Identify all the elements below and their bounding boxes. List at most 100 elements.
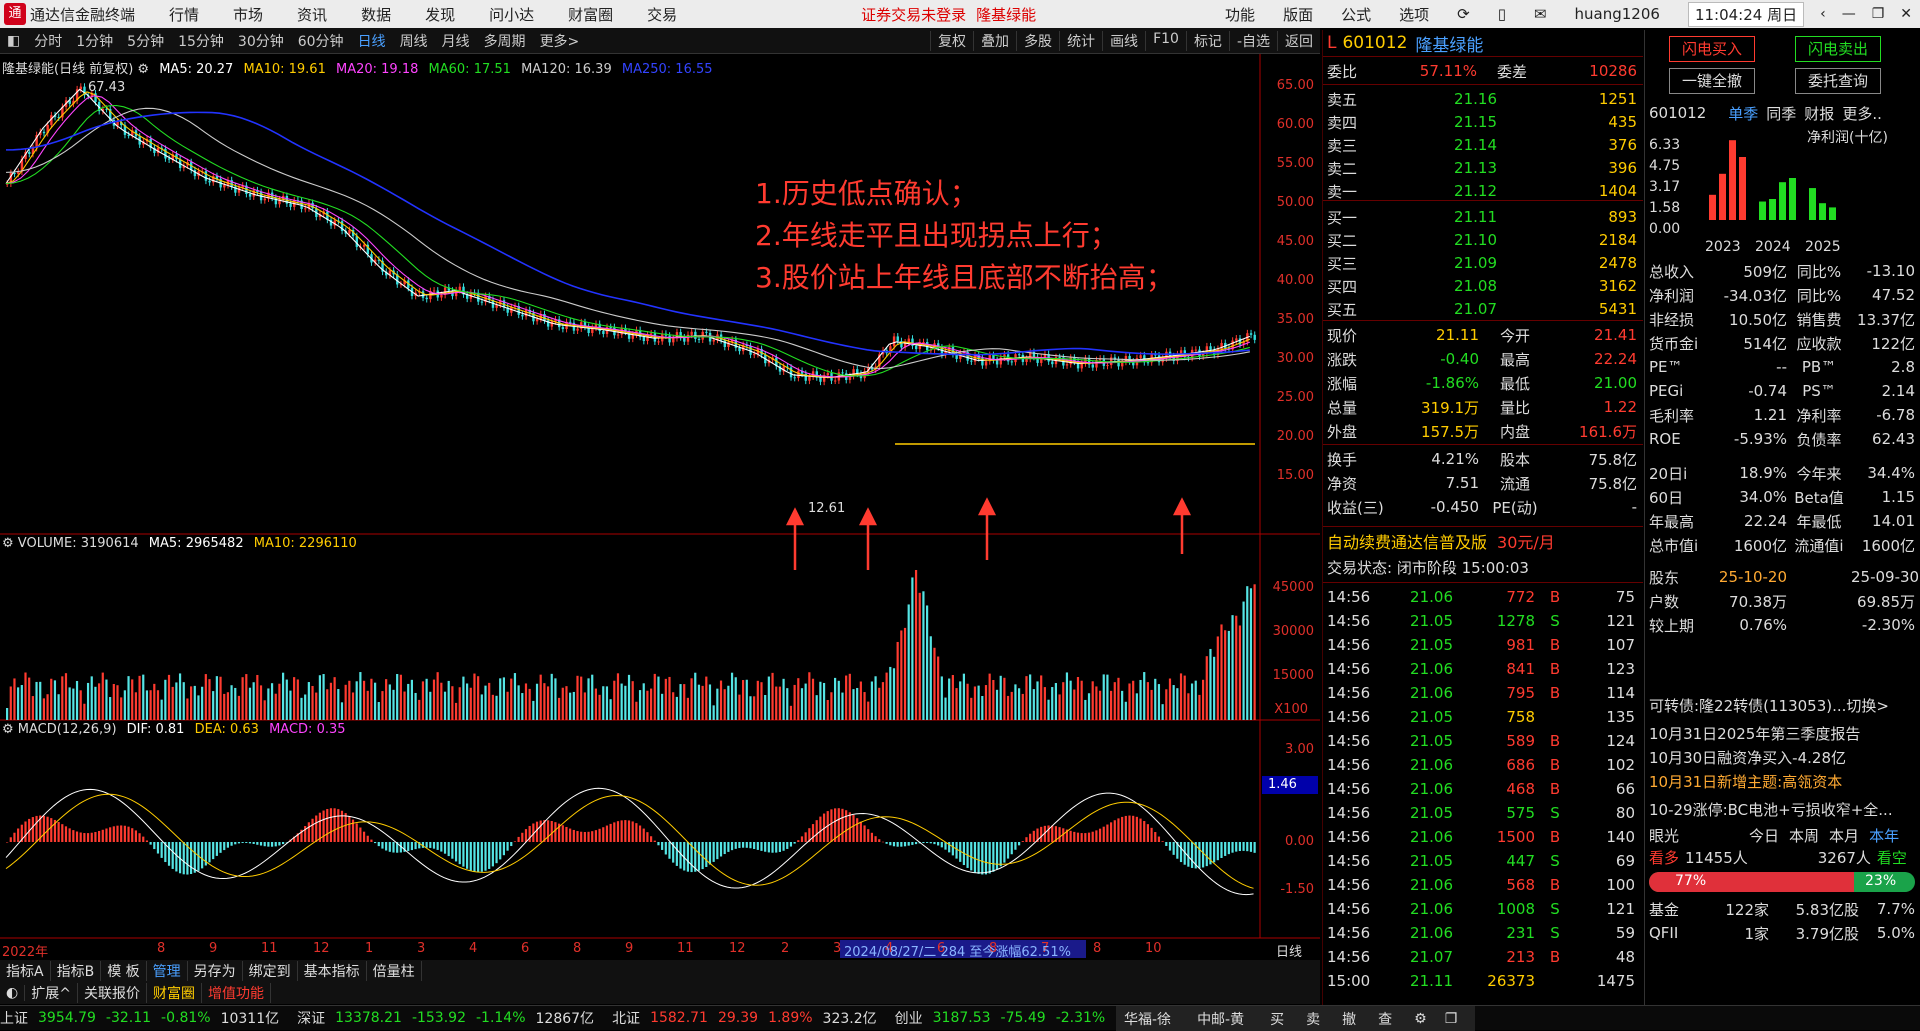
minimize-icon[interactable]: — xyxy=(1842,6,1856,22)
window-icon[interactable]: ❐ xyxy=(1445,1011,1458,1027)
tab[interactable]: 管理 xyxy=(147,961,188,981)
period-tab[interactable]: 月线 xyxy=(442,31,470,51)
period-tab[interactable]: 1分钟 xyxy=(76,31,113,51)
menu-item[interactable]: 公式 xyxy=(1341,4,1371,25)
cancel-all-button[interactable]: 一键全撤 xyxy=(1669,68,1755,94)
tab[interactable]: 关联报价 xyxy=(78,983,147,1003)
broker[interactable]: 中邮-黄 xyxy=(1197,1009,1244,1029)
period-tab[interactable]: 分时 xyxy=(34,31,62,51)
index-name[interactable]: 创业 xyxy=(895,1008,923,1028)
gear-icon[interactable]: ⚙ xyxy=(1414,1011,1427,1027)
refresh-icon[interactable]: ⟳ xyxy=(1457,5,1470,23)
order-level[interactable]: 买一 21.11 893 xyxy=(1327,206,1641,228)
close-icon[interactable]: ✕ xyxy=(1900,6,1912,22)
layout-icon[interactable]: ◧ xyxy=(7,33,20,49)
period-tab[interactable]: 更多> xyxy=(540,31,580,51)
settings-icon[interactable]: ⚙ xyxy=(137,62,149,77)
settings-icon[interactable]: ⚙ xyxy=(2,722,14,737)
tab-single[interactable]: 单季 xyxy=(1728,103,1758,124)
news-item[interactable]: 10月31日2025年第三季度报告 xyxy=(1649,722,1919,744)
menu-item[interactable]: 发现 xyxy=(425,4,455,25)
menu-item[interactable]: 选项 xyxy=(1399,4,1429,25)
tool-button[interactable]: 标记 xyxy=(1185,30,1229,51)
period-tab-active[interactable]: 日线 xyxy=(358,31,386,51)
tab[interactable]: 增值功能 xyxy=(202,983,271,1003)
trade-action[interactable]: 卖 xyxy=(1306,1009,1320,1029)
news-item[interactable]: 10月30日融资净买入-4.28亿 xyxy=(1649,746,1919,768)
menu-item[interactable]: 功能 xyxy=(1225,4,1255,25)
order-level[interactable]: 卖三 21.14 376 xyxy=(1327,134,1641,156)
query-button[interactable]: 委托查询 xyxy=(1795,68,1881,94)
order-level[interactable]: 买五 21.07 5431 xyxy=(1327,298,1641,320)
index-name[interactable]: 上证 xyxy=(0,1008,28,1028)
menu-item[interactable]: 数据 xyxy=(361,4,391,25)
restore-icon[interactable]: ❐ xyxy=(1872,6,1885,22)
menu-item[interactable]: 市场 xyxy=(233,4,263,25)
tool-button[interactable]: 多股 xyxy=(1016,30,1059,51)
period-tab[interactable]: 60分钟 xyxy=(298,31,344,51)
tab[interactable]: 倍量柱 xyxy=(367,961,422,981)
index-name[interactable]: 深证 xyxy=(297,1008,325,1028)
tab[interactable]: 指标A xyxy=(0,961,51,981)
menu-item[interactable]: 资讯 xyxy=(297,4,327,25)
period-tab[interactable]: 多周期 xyxy=(484,31,526,51)
tab[interactable]: 绑定到 xyxy=(243,961,298,981)
tool-button[interactable]: 复权 xyxy=(930,30,973,51)
back-icon[interactable]: ‹ xyxy=(1820,6,1826,22)
trade-action[interactable]: 查 xyxy=(1378,1009,1392,1029)
order-level[interactable]: 买四 21.08 3162 xyxy=(1327,275,1641,297)
mail-icon[interactable]: ✉ xyxy=(1534,5,1547,23)
tab[interactable]: 财富圈 xyxy=(147,983,202,1003)
tool-button[interactable]: -自选 xyxy=(1228,30,1277,51)
tab[interactable]: 扩展^ xyxy=(25,983,78,1003)
tab[interactable]: 同季 xyxy=(1766,103,1796,124)
tool-button[interactable]: 统计 xyxy=(1059,30,1102,51)
phone-icon[interactable]: ▯ xyxy=(1498,5,1506,23)
flash-sell-button[interactable]: 闪电卖出 xyxy=(1795,36,1881,62)
order-level[interactable]: 卖二 21.13 396 xyxy=(1327,157,1641,179)
trade-action[interactable]: 撤 xyxy=(1342,1009,1356,1029)
kline-svg[interactable] xyxy=(0,54,1320,960)
period-tab[interactable]: 15分钟 xyxy=(178,31,224,51)
username[interactable]: huang1206 xyxy=(1575,5,1660,23)
news-limit-up[interactable]: 10-29涨停:BC电池+亏损收窄+全... xyxy=(1649,798,1919,820)
menu-item[interactable]: 问小达 xyxy=(489,4,534,25)
tool-button[interactable]: F10 xyxy=(1145,30,1186,51)
volume-bar xyxy=(638,690,642,720)
menu-item[interactable]: 交易 xyxy=(647,4,677,25)
tab[interactable]: 更多.. xyxy=(1842,103,1882,124)
volume-bar xyxy=(311,685,314,720)
order-level[interactable]: 卖四 21.15 435 xyxy=(1327,111,1641,133)
broker[interactable]: 华福-徐 xyxy=(1124,1009,1171,1029)
tab[interactable]: 财报 xyxy=(1804,103,1834,124)
trade-action[interactable]: 买 xyxy=(1270,1009,1284,1029)
menu-item[interactable]: 行情 xyxy=(169,4,199,25)
kline-chart-area[interactable]: 隆基绿能(日线 前复权) ⚙ MA5: 20.27 MA10: 19.61 MA… xyxy=(0,54,1320,974)
tab[interactable]: 基本指标 xyxy=(298,961,367,981)
settings-icon[interactable]: ⚙ xyxy=(2,536,14,551)
toggle-icon[interactable]: ◐ xyxy=(0,985,26,1001)
tool-button[interactable]: 返回 xyxy=(1277,30,1320,51)
index-name[interactable]: 北证 xyxy=(612,1008,640,1028)
order-level[interactable]: 卖五 21.16 1251 xyxy=(1327,88,1641,110)
order-level[interactable]: 买二 21.10 2184 xyxy=(1327,229,1641,251)
order-level[interactable]: 买三 21.09 2478 xyxy=(1327,252,1641,274)
order-level[interactable]: 卖一 21.12 1404 xyxy=(1327,180,1641,202)
subscription-banner[interactable]: 自动续费通达信普及版 30元/月 xyxy=(1327,530,1641,552)
news-item[interactable]: 10月31日新增主题:高瓴资本 xyxy=(1649,770,1919,792)
convertible-bond[interactable]: 可转债:隆22转债(113053)...切换> xyxy=(1649,694,1919,716)
period-tab[interactable]: 周线 xyxy=(400,31,428,51)
period-tab[interactable]: 30分钟 xyxy=(238,31,284,51)
tool-button[interactable]: 画线 xyxy=(1102,30,1145,51)
login-warning[interactable]: 证券交易未登录 xyxy=(861,4,966,25)
tab[interactable]: 指标B xyxy=(51,961,102,981)
macd-bar xyxy=(907,842,910,846)
tab[interactable]: 模 板 xyxy=(101,961,147,981)
period-tab[interactable]: 5分钟 xyxy=(127,31,164,51)
menu-item[interactable]: 财富圈 xyxy=(568,4,613,25)
flash-buy-button[interactable]: 闪电买入 xyxy=(1669,36,1755,62)
menu-item[interactable]: 版面 xyxy=(1283,4,1313,25)
tab[interactable]: 另存为 xyxy=(188,961,243,981)
kline-candle xyxy=(28,151,31,154)
tool-button[interactable]: 叠加 xyxy=(973,30,1016,51)
